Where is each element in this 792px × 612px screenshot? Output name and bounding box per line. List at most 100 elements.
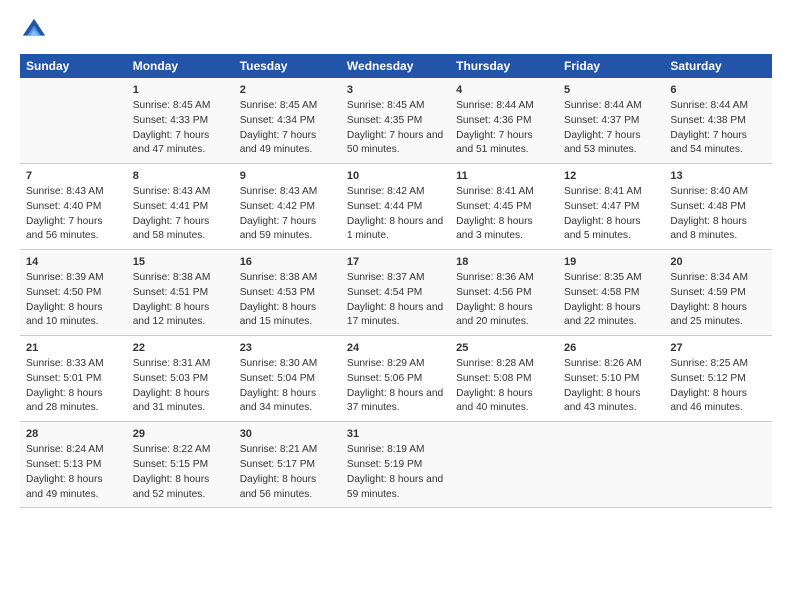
cell-week3-day2: 23 Sunrise: 8:30 AMSunset: 5:04 PMDaylig… (234, 336, 341, 422)
date-number: 1 (133, 84, 139, 96)
sunrise-text: Sunrise: 8:39 AM (26, 271, 121, 286)
daylight-text: Daylight: 8 hours and 15 minutes. (240, 301, 335, 331)
daylight-text: Daylight: 8 hours and 34 minutes. (240, 387, 335, 417)
sunset-text: Sunset: 4:38 PM (670, 114, 766, 129)
date-number: 19 (564, 256, 576, 268)
cell-week0-day1: 1 Sunrise: 8:45 AMSunset: 4:33 PMDayligh… (127, 78, 234, 164)
day-header-monday: Monday (127, 54, 234, 78)
cell-week0-day3: 3 Sunrise: 8:45 AMSunset: 4:35 PMDayligh… (341, 78, 450, 164)
cell-week3-day3: 24 Sunrise: 8:29 AMSunset: 5:06 PMDaylig… (341, 336, 450, 422)
sunset-text: Sunset: 5:19 PM (347, 458, 444, 473)
date-number: 16 (240, 256, 252, 268)
sunrise-text: Sunrise: 8:22 AM (133, 443, 228, 458)
sunset-text: Sunset: 4:45 PM (456, 200, 552, 215)
sunrise-text: Sunrise: 8:44 AM (456, 99, 552, 114)
sunset-text: Sunset: 5:13 PM (26, 458, 121, 473)
cell-week4-day0: 28 Sunrise: 8:24 AMSunset: 5:13 PMDaylig… (20, 422, 127, 508)
logo-icon (20, 16, 48, 44)
date-number: 7 (26, 170, 32, 182)
cell-week2-day3: 17 Sunrise: 8:37 AMSunset: 4:54 PMDaylig… (341, 250, 450, 336)
week-row-2: 14 Sunrise: 8:39 AMSunset: 4:50 PMDaylig… (20, 250, 772, 336)
sunset-text: Sunset: 5:10 PM (564, 372, 658, 387)
sunrise-text: Sunrise: 8:26 AM (564, 357, 658, 372)
cell-week2-day4: 18 Sunrise: 8:36 AMSunset: 4:56 PMDaylig… (450, 250, 558, 336)
sunset-text: Sunset: 5:01 PM (26, 372, 121, 387)
daylight-text: Daylight: 7 hours and 50 minutes. (347, 129, 444, 159)
sunset-text: Sunset: 4:48 PM (670, 200, 766, 215)
daylight-text: Daylight: 8 hours and 49 minutes. (26, 473, 121, 503)
daylight-text: Daylight: 7 hours and 58 minutes. (133, 215, 228, 245)
date-number: 22 (133, 342, 145, 354)
cell-week4-day4 (450, 422, 558, 508)
daylight-text: Daylight: 7 hours and 51 minutes. (456, 129, 552, 159)
daylight-text: Daylight: 7 hours and 54 minutes. (670, 129, 766, 159)
date-number: 21 (26, 342, 38, 354)
sunrise-text: Sunrise: 8:43 AM (26, 185, 121, 200)
daylight-text: Daylight: 7 hours and 59 minutes. (240, 215, 335, 245)
calendar-table: SundayMondayTuesdayWednesdayThursdayFrid… (20, 54, 772, 508)
week-row-1: 7 Sunrise: 8:43 AMSunset: 4:40 PMDayligh… (20, 164, 772, 250)
sunset-text: Sunset: 4:36 PM (456, 114, 552, 129)
sunrise-text: Sunrise: 8:45 AM (240, 99, 335, 114)
day-header-friday: Friday (558, 54, 664, 78)
cell-week4-day3: 31 Sunrise: 8:19 AMSunset: 5:19 PMDaylig… (341, 422, 450, 508)
sunrise-text: Sunrise: 8:44 AM (564, 99, 658, 114)
date-number: 6 (670, 84, 676, 96)
logo (20, 16, 50, 44)
sunrise-text: Sunrise: 8:30 AM (240, 357, 335, 372)
date-number: 3 (347, 84, 353, 96)
week-row-4: 28 Sunrise: 8:24 AMSunset: 5:13 PMDaylig… (20, 422, 772, 508)
cell-week0-day5: 5 Sunrise: 8:44 AMSunset: 4:37 PMDayligh… (558, 78, 664, 164)
cell-week0-day2: 2 Sunrise: 8:45 AMSunset: 4:34 PMDayligh… (234, 78, 341, 164)
sunrise-text: Sunrise: 8:36 AM (456, 271, 552, 286)
daylight-text: Daylight: 8 hours and 28 minutes. (26, 387, 121, 417)
sunset-text: Sunset: 5:06 PM (347, 372, 444, 387)
sunset-text: Sunset: 5:04 PM (240, 372, 335, 387)
sunset-text: Sunset: 4:44 PM (347, 200, 444, 215)
date-number: 13 (670, 170, 682, 182)
sunrise-text: Sunrise: 8:37 AM (347, 271, 444, 286)
cell-week1-day3: 10 Sunrise: 8:42 AMSunset: 4:44 PMDaylig… (341, 164, 450, 250)
daylight-text: Daylight: 8 hours and 25 minutes. (670, 301, 766, 331)
sunrise-text: Sunrise: 8:34 AM (670, 271, 766, 286)
sunset-text: Sunset: 4:47 PM (564, 200, 658, 215)
sunset-text: Sunset: 5:17 PM (240, 458, 335, 473)
sunrise-text: Sunrise: 8:45 AM (347, 99, 444, 114)
sunset-text: Sunset: 4:34 PM (240, 114, 335, 129)
daylight-text: Daylight: 8 hours and 31 minutes. (133, 387, 228, 417)
sunset-text: Sunset: 4:42 PM (240, 200, 335, 215)
sunset-text: Sunset: 4:40 PM (26, 200, 121, 215)
sunrise-text: Sunrise: 8:33 AM (26, 357, 121, 372)
sunset-text: Sunset: 5:15 PM (133, 458, 228, 473)
cell-week2-day2: 16 Sunrise: 8:38 AMSunset: 4:53 PMDaylig… (234, 250, 341, 336)
sunrise-text: Sunrise: 8:43 AM (240, 185, 335, 200)
cell-week0-day6: 6 Sunrise: 8:44 AMSunset: 4:38 PMDayligh… (664, 78, 772, 164)
day-header-wednesday: Wednesday (341, 54, 450, 78)
cell-week1-day2: 9 Sunrise: 8:43 AMSunset: 4:42 PMDayligh… (234, 164, 341, 250)
date-number: 9 (240, 170, 246, 182)
date-number: 28 (26, 428, 38, 440)
day-header-sunday: Sunday (20, 54, 127, 78)
date-number: 4 (456, 84, 462, 96)
sunset-text: Sunset: 4:53 PM (240, 286, 335, 301)
cell-week3-day0: 21 Sunrise: 8:33 AMSunset: 5:01 PMDaylig… (20, 336, 127, 422)
header-row: SundayMondayTuesdayWednesdayThursdayFrid… (20, 54, 772, 78)
sunset-text: Sunset: 4:51 PM (133, 286, 228, 301)
daylight-text: Daylight: 8 hours and 10 minutes. (26, 301, 121, 331)
sunrise-text: Sunrise: 8:25 AM (670, 357, 766, 372)
sunset-text: Sunset: 4:41 PM (133, 200, 228, 215)
date-number: 26 (564, 342, 576, 354)
sunrise-text: Sunrise: 8:19 AM (347, 443, 444, 458)
week-row-0: 1 Sunrise: 8:45 AMSunset: 4:33 PMDayligh… (20, 78, 772, 164)
sunrise-text: Sunrise: 8:24 AM (26, 443, 121, 458)
date-number: 11 (456, 170, 468, 182)
daylight-text: Daylight: 8 hours and 37 minutes. (347, 387, 444, 417)
date-number: 18 (456, 256, 468, 268)
sunrise-text: Sunrise: 8:28 AM (456, 357, 552, 372)
cell-week0-day4: 4 Sunrise: 8:44 AMSunset: 4:36 PMDayligh… (450, 78, 558, 164)
cell-week0-day0 (20, 78, 127, 164)
date-number: 8 (133, 170, 139, 182)
date-number: 20 (670, 256, 682, 268)
sunset-text: Sunset: 4:37 PM (564, 114, 658, 129)
page: SundayMondayTuesdayWednesdayThursdayFrid… (0, 0, 792, 612)
